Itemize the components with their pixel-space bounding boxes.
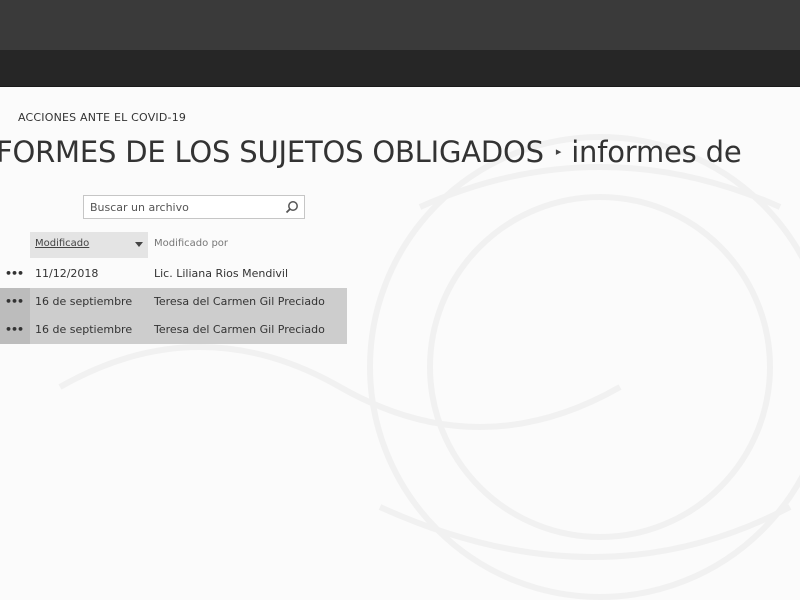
- cell-modified: 16 de septiembre: [35, 295, 133, 308]
- table-row[interactable]: ••• 16 de septiembre Teresa del Carmen G…: [0, 288, 347, 316]
- search-icon: [285, 201, 298, 214]
- breadcrumb-current: informes de: [571, 135, 742, 169]
- search-button[interactable]: [282, 198, 302, 216]
- search-input[interactable]: [84, 196, 280, 219]
- table-row[interactable]: ••• 11/12/2018 Lic. Liliana Rios Mendivi…: [0, 260, 347, 288]
- top-bar: [0, 0, 800, 50]
- sort-arrow-icon[interactable]: [135, 242, 143, 247]
- breadcrumb-separator-icon: ▸: [555, 144, 562, 158]
- table-row[interactable]: ••• 16 de septiembre Teresa del Carmen G…: [0, 316, 347, 344]
- page-title: FORMES DE LOS SUJETOS OBLIGADOS ▸ informes…: [0, 135, 742, 169]
- more-options-icon[interactable]: •••: [5, 323, 24, 336]
- sub-bar: [0, 50, 800, 87]
- search-box: [83, 195, 305, 219]
- nav-link-covid[interactable]: ACCIONES ANTE EL COVID-19: [18, 111, 186, 124]
- breadcrumb-parent[interactable]: FORMES DE LOS SUJETOS OBLIGADOS: [0, 135, 544, 169]
- more-options-icon[interactable]: •••: [5, 267, 24, 280]
- column-header-modified-by[interactable]: Modificado por: [154, 238, 228, 249]
- row-menu-cell: •••: [0, 260, 30, 288]
- cell-modified-by: Lic. Liliana Rios Mendivil: [154, 267, 289, 280]
- cell-modified-by: Teresa del Carmen Gil Preciado: [154, 295, 325, 308]
- column-header-modified[interactable]: Modificado: [30, 232, 148, 258]
- row-menu-cell: •••: [0, 316, 30, 344]
- cell-modified-by: Teresa del Carmen Gil Preciado: [154, 323, 325, 336]
- cell-modified: 16 de septiembre: [35, 323, 133, 336]
- column-header-modified-label: Modificado: [35, 238, 90, 249]
- more-options-icon[interactable]: •••: [5, 295, 24, 308]
- cell-modified: 11/12/2018: [35, 267, 99, 280]
- row-menu-cell: •••: [0, 288, 30, 316]
